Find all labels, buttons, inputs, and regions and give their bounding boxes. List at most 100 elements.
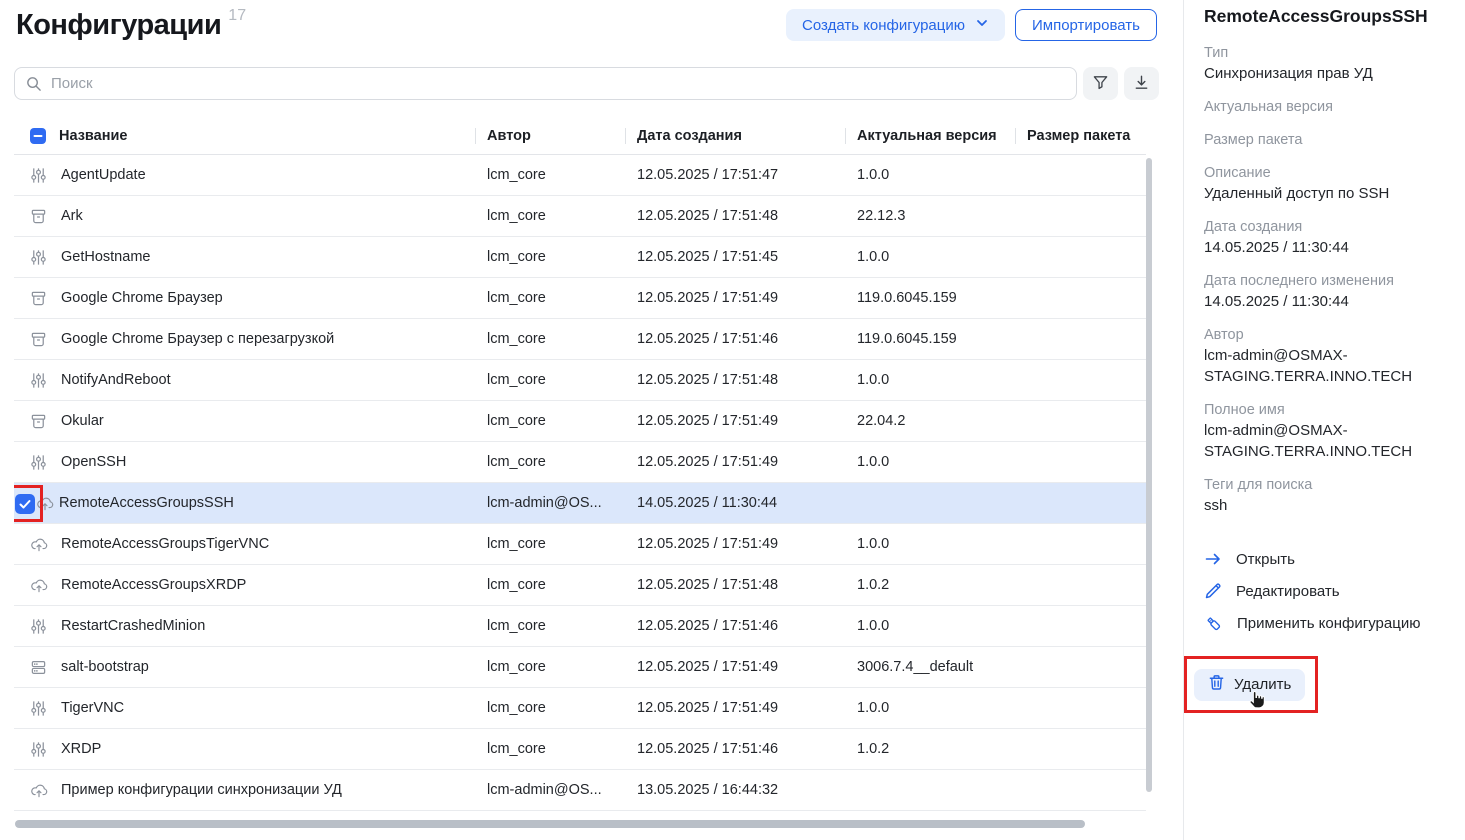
- export-button[interactable]: [1124, 67, 1159, 100]
- horizontal-scrollbar[interactable]: [15, 820, 1085, 828]
- table-header-row: НазваниеАвторДата созданияАктуальная вер…: [14, 118, 1146, 155]
- row-author: lcm_core: [475, 167, 625, 183]
- package-icon: [30, 208, 48, 225]
- pencil-icon: [1204, 582, 1222, 600]
- row-version: 1.0.0: [845, 454, 1015, 470]
- table-row[interactable]: salt-bootstrap lcm_core12.05.2025 / 17:5…: [14, 647, 1146, 688]
- row-version: 3006.7.4__default: [845, 659, 1015, 675]
- row-author: lcm_core: [475, 208, 625, 224]
- cloud-sync-icon: [30, 536, 48, 553]
- table-row[interactable]: RemoteAccessGroupsSSH lcm-admin@OS...14.…: [14, 483, 1146, 524]
- row-created-date: 12.05.2025 / 17:51:46: [625, 331, 845, 347]
- table-row[interactable]: Google Chrome Браузер с перезагрузкой lc…: [14, 319, 1146, 360]
- row-author: lcm_core: [475, 290, 625, 306]
- row-author: lcm_core: [475, 413, 625, 429]
- table-body: AgentUpdate lcm_core12.05.2025 / 17:51:4…: [14, 155, 1146, 811]
- row-author: lcm_core: [475, 454, 625, 470]
- table-row[interactable]: NotifyAndReboot lcm_core12.05.2025 / 17:…: [14, 360, 1146, 401]
- row-checkbox-checked[interactable]: [15, 494, 35, 514]
- sliders-icon: [30, 741, 48, 758]
- cloud-sync-icon: [30, 577, 48, 594]
- table-row[interactable]: Пример конфигурации синхронизации УД lcm…: [14, 770, 1146, 811]
- row-version: 1.0.0: [845, 249, 1015, 265]
- action-редактировать[interactable]: Редактировать: [1204, 580, 1447, 602]
- main-content: Конфигурации 17 Создать конфигурацию Имп…: [0, 0, 1183, 840]
- table-row[interactable]: Okular lcm_core12.05.2025 / 17:51:4922.0…: [14, 401, 1146, 442]
- create-configuration-button[interactable]: Создать конфигурацию: [786, 9, 1005, 41]
- page-title: Конфигурации: [16, 9, 221, 42]
- row-version: 1.0.0: [845, 372, 1015, 388]
- download-icon: [1133, 74, 1150, 94]
- row-author: lcm_core: [475, 249, 625, 265]
- sliders-icon: [30, 167, 48, 184]
- filter-icon: [1092, 74, 1109, 94]
- row-name: Пример конфигурации синхронизации УД: [61, 782, 342, 798]
- table-row[interactable]: Ark lcm_core12.05.2025 / 17:51:4822.12.3: [14, 196, 1146, 237]
- vertical-scrollbar[interactable]: [1146, 158, 1152, 792]
- column-header-3: Дата создания: [625, 128, 845, 144]
- row-version: 1.0.2: [845, 741, 1015, 757]
- row-created-date: 13.05.2025 / 16:44:32: [625, 782, 845, 798]
- table-row[interactable]: TigerVNC lcm_core12.05.2025 / 17:51:491.…: [14, 688, 1146, 729]
- row-created-date: 12.05.2025 / 17:51:49: [625, 413, 845, 429]
- select-all-checkbox[interactable]: [30, 128, 46, 144]
- search-icon: [25, 75, 42, 97]
- chevron-down-icon: [975, 16, 989, 34]
- details-actions: Открыть Редактировать Применить конфигурац…: [1204, 548, 1447, 634]
- row-version: 22.04.2: [845, 413, 1015, 429]
- table-row[interactable]: RemoteAccessGroupsXRDP lcm_core12.05.202…: [14, 565, 1146, 606]
- row-name: AgentUpdate: [61, 167, 146, 183]
- row-version: 119.0.6045.159: [845, 331, 1015, 347]
- field-label: Тип: [1204, 43, 1447, 63]
- table-row[interactable]: XRDP lcm_core12.05.2025 / 17:51:461.0.2: [14, 729, 1146, 770]
- column-header-5: Размер пакета: [1015, 128, 1146, 144]
- column-header-1: Название: [14, 128, 475, 144]
- sliders-icon: [30, 454, 48, 471]
- row-version: 1.0.0: [845, 167, 1015, 183]
- checkbox-annotation-box: [14, 485, 43, 522]
- field-label: Дата создания: [1204, 217, 1447, 237]
- detail-field: Дата создания14.05.2025 / 11:30:44: [1204, 217, 1447, 258]
- configurations-table: НазваниеАвторДата созданияАктуальная вер…: [14, 118, 1146, 811]
- row-name: OpenSSH: [61, 454, 126, 470]
- row-name: RemoteAccessGroupsTigerVNC: [61, 536, 269, 552]
- apply-config-icon: [1204, 614, 1223, 633]
- column-header-label: Название: [59, 128, 127, 144]
- row-author: lcm_core: [475, 700, 625, 716]
- row-created-date: 12.05.2025 / 17:51:48: [625, 208, 845, 224]
- table-row[interactable]: AgentUpdate lcm_core12.05.2025 / 17:51:4…: [14, 155, 1146, 196]
- action-открыть[interactable]: Открыть: [1204, 548, 1447, 570]
- sliders-icon: [30, 700, 48, 717]
- detail-field: Теги для поискаssh: [1204, 475, 1447, 516]
- row-created-date: 12.05.2025 / 17:51:45: [625, 249, 845, 265]
- search-row: [14, 67, 1159, 100]
- column-header-2: Автор: [475, 128, 625, 144]
- arrow-right-icon: [1204, 550, 1222, 568]
- row-name: NotifyAndReboot: [61, 372, 171, 388]
- row-author: lcm_core: [475, 618, 625, 634]
- row-author: lcm_core: [475, 536, 625, 552]
- row-author: lcm_core: [475, 659, 625, 675]
- detail-field: Размер пакета: [1204, 130, 1447, 150]
- field-value: ssh: [1204, 495, 1447, 516]
- package-icon: [30, 413, 48, 430]
- table-row[interactable]: RestartCrashedMinion lcm_core12.05.2025 …: [14, 606, 1146, 647]
- row-version: 1.0.0: [845, 700, 1015, 716]
- filter-button[interactable]: [1083, 67, 1118, 100]
- row-version: 22.12.3: [845, 208, 1015, 224]
- field-label: Дата последнего изменения: [1204, 271, 1447, 291]
- search-input[interactable]: [14, 67, 1077, 100]
- table-row[interactable]: RemoteAccessGroupsTigerVNC lcm_core12.05…: [14, 524, 1146, 565]
- table-row[interactable]: Google Chrome Браузер lcm_core12.05.2025…: [14, 278, 1146, 319]
- row-version: 1.0.0: [845, 536, 1015, 552]
- table-row[interactable]: OpenSSH lcm_core12.05.2025 / 17:51:491.0…: [14, 442, 1146, 483]
- sliders-icon: [30, 249, 48, 266]
- table-row[interactable]: GetHostname lcm_core12.05.2025 / 17:51:4…: [14, 237, 1146, 278]
- field-label: Актуальная версия: [1204, 97, 1447, 117]
- row-author: lcm-admin@OS...: [475, 782, 625, 798]
- action-применить-конфигурацию[interactable]: Применить конфигурацию: [1204, 612, 1447, 634]
- details-panel: RemoteAccessGroupsSSH ТипСинхронизация п…: [1183, 0, 1465, 840]
- field-label: Размер пакета: [1204, 130, 1447, 150]
- import-button[interactable]: Импортировать: [1015, 9, 1157, 41]
- row-created-date: 12.05.2025 / 17:51:47: [625, 167, 845, 183]
